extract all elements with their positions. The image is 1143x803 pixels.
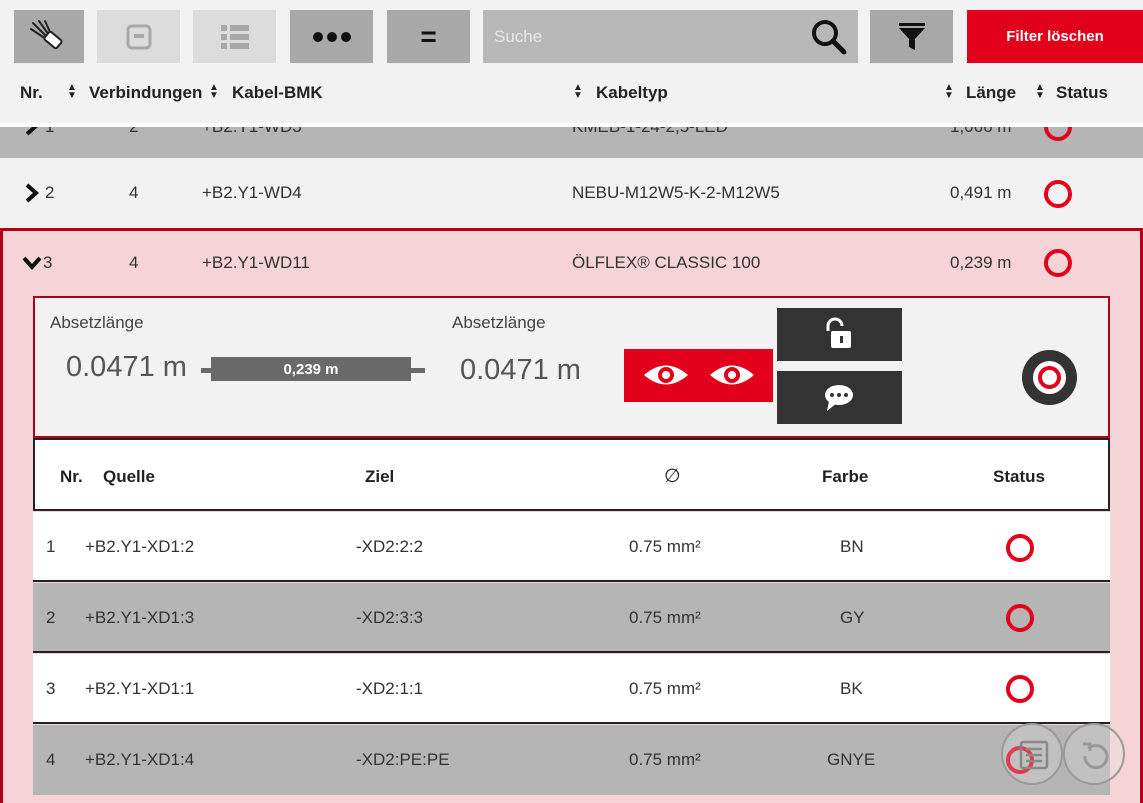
wire-source: +B2.Y1-XD1:1 bbox=[85, 679, 195, 698]
cable-bundle-icon bbox=[30, 19, 63, 49]
wire-header-diameter: ∅ bbox=[664, 466, 681, 487]
column-header-status[interactable]: Status bbox=[1056, 83, 1108, 103]
sort-connections-icon[interactable]: ▲ ▼ bbox=[209, 83, 219, 101]
wire-header-status: Status bbox=[993, 467, 1045, 486]
wire-nr: 3 bbox=[46, 679, 56, 698]
cable-tool-button[interactable] bbox=[14, 10, 84, 63]
strip-length-right-label: Absetzlänge bbox=[452, 313, 546, 332]
comment-icon bbox=[825, 385, 853, 411]
search-icon[interactable] bbox=[811, 19, 847, 55]
table-row[interactable]: 4 +B2.Y1-XD1:4 -XD2:PE:PE 0.75 mm² GNYE bbox=[33, 725, 1110, 795]
clear-filter-button[interactable]: Filter löschen bbox=[967, 10, 1143, 63]
report-fab[interactable] bbox=[1001, 723, 1063, 785]
row-length: 0,239 m bbox=[950, 253, 1012, 272]
wire-target: -XD2:1:1 bbox=[356, 679, 424, 698]
wire-nr: 4 bbox=[46, 750, 56, 769]
row-connections: 4 bbox=[129, 253, 139, 272]
more-options-button[interactable] bbox=[290, 10, 373, 63]
row-cable-type: NEBU-M12W5-K-2-M12W5 bbox=[572, 183, 780, 202]
table-row[interactable]: 3 +B2.Y1-XD1:1 -XD2:1:1 0.75 mm² BK bbox=[33, 654, 1110, 724]
document-list-icon bbox=[1019, 740, 1049, 770]
view-toggle-button[interactable] bbox=[624, 349, 773, 402]
row-length: 0,491 m bbox=[950, 183, 1012, 202]
status-circle-icon[interactable] bbox=[1006, 675, 1034, 703]
column-header-cable-bmk[interactable]: Kabel-BMK bbox=[232, 83, 323, 103]
single-item-icon bbox=[126, 24, 151, 49]
comment-button[interactable] bbox=[777, 371, 902, 424]
column-header-nr[interactable]: Nr. bbox=[20, 83, 43, 103]
single-view-button[interactable] bbox=[97, 10, 180, 63]
wire-source: +B2.Y1-XD1:4 bbox=[85, 750, 195, 769]
status-circle-icon[interactable] bbox=[1044, 180, 1072, 208]
wire-header-source: Quelle bbox=[103, 467, 155, 486]
wire-header-target: Ziel bbox=[365, 467, 395, 486]
table-row[interactable]: 2 +B2.Y1-XD1:3 -XD2:3:3 0.75 mm² GY bbox=[33, 583, 1110, 653]
column-header-connections[interactable]: Verbindungen bbox=[89, 83, 202, 103]
chevron-right-icon[interactable] bbox=[24, 183, 40, 203]
wire-header-color: Farbe bbox=[822, 467, 869, 486]
status-circle-icon[interactable] bbox=[1006, 604, 1034, 632]
status-ring-icon bbox=[1038, 366, 1061, 389]
list-view-button[interactable] bbox=[193, 10, 276, 63]
row-cable-bmk: +B2.Y1-WD4 bbox=[202, 183, 302, 202]
refresh-icon bbox=[1083, 742, 1109, 770]
cable-length-value: 0,239 m bbox=[283, 360, 339, 378]
header-divider bbox=[0, 123, 1143, 127]
wire-header-nr: Nr. bbox=[60, 467, 83, 486]
search-input[interactable] bbox=[483, 10, 803, 63]
more-dots-icon bbox=[312, 31, 351, 42]
equals-label: = bbox=[420, 20, 437, 52]
list-icon bbox=[220, 24, 249, 49]
search-box bbox=[483, 10, 858, 63]
sort-cable-bmk-icon[interactable]: ▲ ▼ bbox=[573, 83, 583, 101]
table-row[interactable]: 1 +B2.Y1-XD1:2 -XD2:2:2 0.75 mm² BN bbox=[33, 512, 1110, 582]
wire-target: -XD2:PE:PE bbox=[356, 750, 450, 769]
wire-diameter: 0.75 mm² bbox=[629, 750, 701, 769]
wire-diameter: 0.75 mm² bbox=[629, 537, 701, 556]
column-header-length[interactable]: Länge bbox=[966, 83, 1016, 103]
strip-length-right-value: 0.0471 m bbox=[460, 354, 581, 386]
cable-length-bar: 0,239 m bbox=[211, 357, 411, 381]
cable-detail-panel: Absetzlänge 0.0471 m 0,239 m Absetzlänge… bbox=[33, 296, 1110, 438]
wire-source: +B2.Y1-XD1:3 bbox=[85, 608, 195, 627]
unlock-icon bbox=[826, 317, 851, 348]
row-nr: 2 bbox=[45, 183, 55, 202]
table-row[interactable]: 2 4 +B2.Y1-WD4 NEBU-M12W5-K-2-M12W5 0,49… bbox=[0, 158, 1143, 228]
sort-length-icon[interactable]: ▲ ▼ bbox=[1035, 83, 1045, 101]
sort-nr-icon[interactable]: ▲ ▼ bbox=[67, 83, 77, 101]
row-cable-bmk: +B2.Y1-WD11 bbox=[202, 253, 310, 272]
wire-color: BN bbox=[840, 537, 864, 556]
wire-target: -XD2:3:3 bbox=[356, 608, 424, 627]
wire-nr: 2 bbox=[46, 608, 56, 627]
eye-icon bbox=[710, 365, 754, 385]
unlock-button[interactable] bbox=[777, 308, 902, 361]
filter-funnel-icon bbox=[898, 22, 925, 50]
wire-diameter: 0.75 mm² bbox=[629, 679, 701, 698]
filter-button[interactable] bbox=[870, 10, 953, 63]
column-header-cable-type[interactable]: Kabeltyp bbox=[596, 83, 668, 103]
wire-nr: 1 bbox=[46, 537, 56, 556]
wire-table-header: Nr. Quelle Ziel ∅ Farbe Status bbox=[33, 438, 1110, 511]
wire-color: GNYE bbox=[827, 750, 876, 769]
chevron-down-icon[interactable] bbox=[22, 255, 42, 271]
status-circle-icon[interactable] bbox=[1044, 249, 1072, 277]
sort-cable-type-icon[interactable]: ▲ ▼ bbox=[944, 83, 954, 101]
strip-length-left-label: Absetzlänge bbox=[50, 313, 144, 332]
eye-icon bbox=[644, 365, 688, 385]
row-nr: 3 bbox=[43, 253, 53, 272]
status-toggle-button[interactable] bbox=[1022, 350, 1077, 405]
refresh-fab[interactable] bbox=[1063, 723, 1125, 785]
wire-color: GY bbox=[840, 608, 865, 627]
wire-target: -XD2:2:2 bbox=[356, 537, 424, 556]
strip-length-left-value: 0.0471 m bbox=[66, 351, 187, 383]
equals-button[interactable]: = bbox=[387, 10, 470, 63]
row-connections: 4 bbox=[129, 183, 139, 202]
row-cable-type: ÖLFLEX® CLASSIC 100 bbox=[572, 253, 761, 272]
wire-color: BK bbox=[840, 679, 863, 698]
status-circle-icon[interactable] bbox=[1006, 534, 1034, 562]
wire-diameter: 0.75 mm² bbox=[629, 608, 701, 627]
table-row[interactable]: 3 4 +B2.Y1-WD11 ÖLFLEX® CLASSIC 100 0,23… bbox=[0, 228, 1143, 296]
table-row[interactable]: 1 2 +B2.Y1-WD3 KMEB-1-24-2,5-LED 1,066 m bbox=[0, 123, 1143, 158]
wire-source: +B2.Y1-XD1:2 bbox=[85, 537, 195, 556]
